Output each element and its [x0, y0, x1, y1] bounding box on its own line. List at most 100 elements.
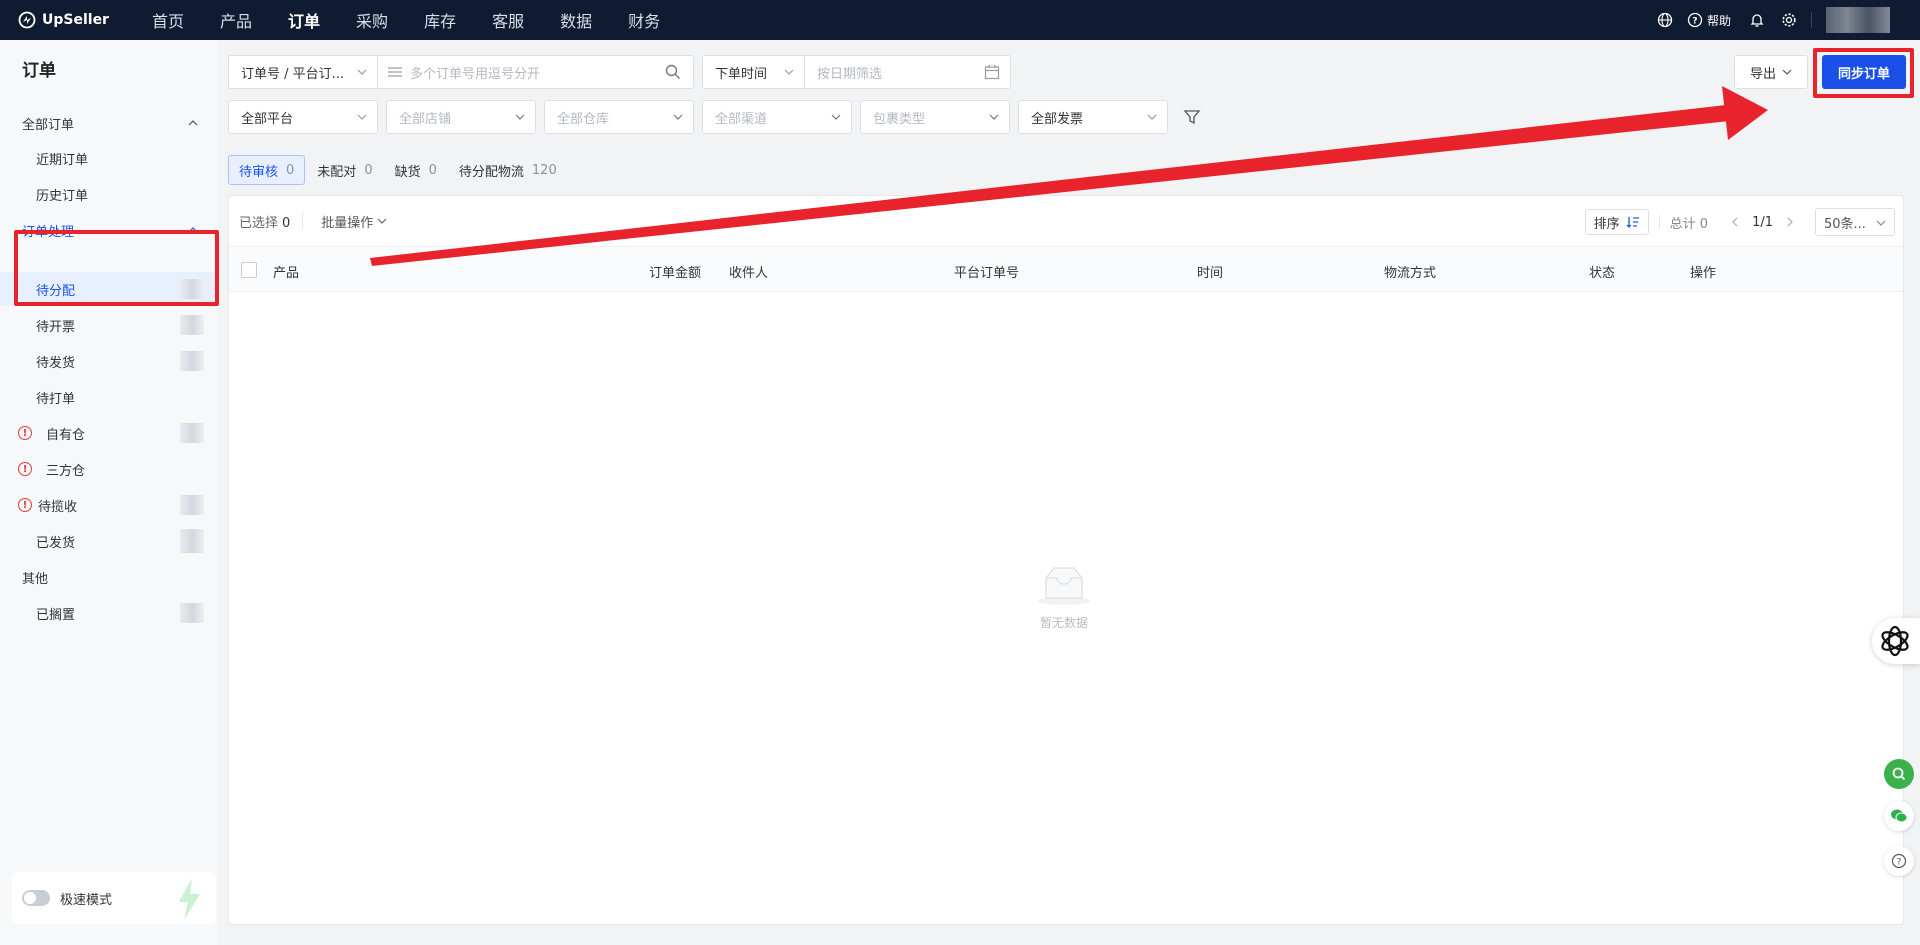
search-icon[interactable]: [665, 64, 681, 80]
floating-wechat-button[interactable]: [1884, 801, 1914, 831]
speed-mode-panel: 极速模式: [12, 872, 216, 924]
sidebar-item-label: 待打单: [36, 391, 76, 407]
floating-search-button[interactable]: [1884, 759, 1914, 789]
sidebar-group-all-orders[interactable]: 全部订单: [0, 106, 218, 140]
export-button[interactable]: 导出: [1734, 55, 1808, 89]
speed-mode-toggle[interactable]: [22, 890, 50, 906]
count-badge-blurred: [180, 351, 204, 371]
tab-pending-review[interactable]: 待审核 0: [228, 155, 306, 185]
sidebar-item-pending-print[interactable]: 待打单: [0, 380, 218, 414]
tab-label: 待审核: [239, 164, 279, 180]
column-header-amount: 订单金额: [649, 266, 702, 281]
sync-orders-button[interactable]: 同步订单: [1822, 55, 1906, 89]
package-type-select[interactable]: 包裹类型: [860, 100, 1010, 134]
nav-home[interactable]: 首页: [152, 8, 184, 32]
sidebar-item-pending-ship[interactable]: 待发货: [0, 344, 218, 378]
globe-icon[interactable]: [1655, 10, 1675, 30]
sidebar-group-label: 其他: [22, 571, 49, 587]
svg-text:?: ?: [1897, 858, 1902, 868]
upseller-logo-icon: [18, 11, 36, 29]
bell-icon[interactable]: [1747, 10, 1767, 30]
sync-orders-label: 同步订单: [1837, 66, 1890, 82]
topbar-actions: ? 帮助: [1655, 0, 1920, 40]
time-field-select[interactable]: 下单时间: [702, 55, 805, 89]
brand-name: UpSeller: [42, 12, 109, 28]
warning-icon: !: [18, 426, 32, 440]
user-avatar[interactable]: [1826, 7, 1890, 33]
help-button[interactable]: ? 帮助: [1687, 12, 1731, 29]
sidebar-item-own-warehouse[interactable]: ! 自有仓: [0, 416, 218, 450]
nav-customer-service[interactable]: 客服: [492, 8, 524, 32]
chevron-up-icon: [188, 227, 198, 233]
platform-select[interactable]: 全部平台: [228, 100, 378, 134]
tab-pending-logistics[interactable]: 待分配物流 120: [449, 155, 567, 185]
sidebar-item-pending-assign[interactable]: 待分配: [0, 272, 218, 306]
order-field-select[interactable]: 订单号 / 平台订...: [228, 55, 378, 89]
tab-count: 0: [286, 162, 295, 178]
sort-label: 排序: [1593, 216, 1620, 232]
selected-label: 已选择: [239, 215, 279, 231]
store-select[interactable]: 全部店铺: [386, 100, 536, 134]
sidebar-item-label: 近期订单: [36, 152, 89, 168]
chevron-down-icon: [515, 114, 525, 120]
filter-icon[interactable]: [1183, 108, 1201, 126]
sidebar-item-on-hold[interactable]: 已搁置: [0, 596, 218, 630]
select-all-checkbox[interactable]: [241, 262, 257, 278]
sidebar-item-label: 历史订单: [36, 188, 89, 204]
warning-icon: !: [18, 498, 32, 512]
floating-help-button[interactable]: ?: [1884, 846, 1914, 876]
tab-label: 未配对: [317, 164, 357, 180]
tab-out-of-stock[interactable]: 缺货 0: [385, 155, 447, 185]
total-count: 总计 0: [1669, 216, 1709, 232]
tab-unmatched[interactable]: 未配对 0: [307, 155, 382, 185]
sidebar-item-shipped[interactable]: 已发货: [0, 524, 218, 558]
ai-assistant-button[interactable]: [1872, 618, 1920, 664]
sidebar-group-processing[interactable]: 订单处理: [0, 213, 218, 247]
count-badge-blurred: [180, 423, 204, 443]
main-nav: 首页 产品 订单 采购 库存 客服 数据 财务: [152, 8, 696, 32]
warehouse-select[interactable]: 全部仓库: [544, 100, 694, 134]
nav-finance[interactable]: 财务: [628, 8, 660, 32]
chevron-down-icon: [357, 114, 367, 120]
sort-button[interactable]: 排序: [1584, 209, 1649, 235]
chevron-up-icon: [188, 120, 198, 126]
top-navigation-bar: UpSeller 首页 产品 订单 采购 库存 客服 数据 财务 ? 帮助: [0, 0, 1920, 40]
chevron-down-icon: [989, 114, 999, 120]
question-circle-icon: ?: [1687, 12, 1703, 28]
empty-inbox-icon: [1038, 567, 1090, 605]
channel-select[interactable]: 全部渠道: [702, 100, 852, 134]
sidebar-group-label: 订单处理: [22, 224, 75, 240]
tab-count: 0: [428, 162, 437, 178]
sidebar-item-recent-orders[interactable]: 近期订单: [0, 141, 218, 175]
selected-value: 0: [282, 215, 291, 231]
upseller-logo[interactable]: UpSeller: [18, 11, 138, 29]
nav-products[interactable]: 产品: [220, 8, 252, 32]
date-range-input[interactable]: 按日期筛选: [804, 55, 1011, 89]
gear-icon[interactable]: [1779, 10, 1799, 30]
nav-orders[interactable]: 订单: [288, 8, 320, 32]
sidebar-item-label: 待分配: [36, 283, 76, 299]
order-number-input[interactable]: 多个订单号用逗号分开: [377, 55, 694, 89]
sidebar-group-others[interactable]: 其他: [0, 560, 218, 594]
orders-table-panel: 已选择 0 批量操作 排序 总计 0 1/1 50条... 产品 订单金额 收件…: [228, 195, 1904, 925]
sidebar-item-label: 待发货: [36, 355, 76, 371]
nav-inventory[interactable]: 库存: [424, 8, 456, 32]
chevron-right-icon[interactable]: [1785, 217, 1795, 227]
sidebar-item-history-orders[interactable]: 历史订单: [0, 177, 218, 211]
divider: [302, 213, 304, 229]
bulk-actions-dropdown[interactable]: 批量操作: [321, 212, 387, 231]
column-header-logistics: 物流方式: [1384, 266, 1437, 281]
chevron-left-icon[interactable]: [1730, 217, 1740, 227]
nav-purchase[interactable]: 采购: [356, 8, 388, 32]
sidebar-item-pending-pickup[interactable]: ! 待揽收: [0, 488, 218, 522]
date-range-placeholder: 按日期筛选: [817, 66, 883, 82]
list-icon: [388, 67, 402, 77]
page-size-select[interactable]: 50条...: [1815, 208, 1895, 236]
store-placeholder: 全部店铺: [399, 111, 452, 127]
column-header-platform-order-no: 平台订单号: [954, 266, 1020, 281]
nav-data[interactable]: 数据: [560, 8, 592, 32]
export-label: 导出: [1749, 66, 1776, 82]
sidebar-item-pending-invoice[interactable]: 待开票: [0, 308, 218, 342]
sidebar-item-third-warehouse[interactable]: ! 三方仓: [0, 452, 218, 486]
invoice-select[interactable]: 全部发票: [1018, 100, 1168, 134]
